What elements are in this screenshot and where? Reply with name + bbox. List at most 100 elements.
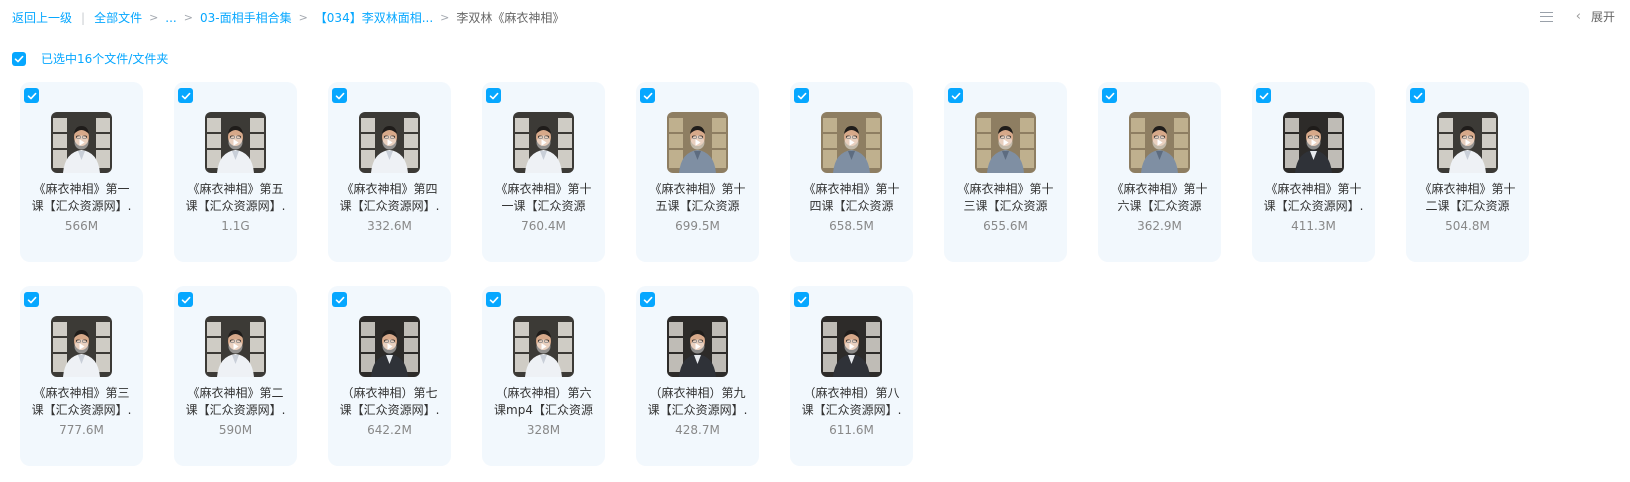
file-name[interactable]: 《麻衣神相》第五 课【汇众资源网】. [178,181,293,215]
file-name-line1: 《麻衣神相》第十 [1265,182,1362,196]
file-name[interactable]: 《麻衣神相》第二 课【汇众资源网】. [178,385,293,419]
file-name[interactable]: （麻衣神相）第八 课【汇众资源网】. [794,385,909,419]
video-thumbnail[interactable] [205,316,266,377]
file-checkbox[interactable] [1410,88,1425,103]
file-card[interactable]: 《麻衣神相》第十 课【汇众资源网】. 411.3M [1252,82,1375,262]
file-name-line1: 《麻衣神相》第十 [1111,182,1208,196]
video-thumbnail[interactable] [359,316,420,377]
video-thumbnail[interactable] [513,112,574,173]
file-name[interactable]: （麻衣神相）第九 课【汇众资源网】. [640,385,755,419]
expand-label: 展开 [1590,10,1615,24]
breadcrumb-level2[interactable]: 【034】李双林面相... [315,9,433,26]
file-card[interactable]: 《麻衣神相》第一 课【汇众资源网】. 566M [20,82,143,262]
breadcrumb-separator: > [183,11,193,24]
file-name[interactable]: 《麻衣神相》第十 一课【汇众资源 [486,181,601,215]
file-card[interactable]: 《麻衣神相》第十 五课【汇众资源 699.5M [636,82,759,262]
file-name[interactable]: 《麻衣神相》第十 课【汇众资源网】. [1256,181,1371,215]
file-card[interactable]: 《麻衣神相》第十 二课【汇众资源 504.8M [1406,82,1529,262]
file-checkbox[interactable] [24,88,39,103]
file-name-line2: 课【汇众资源网】. [801,403,902,417]
file-name-line2: 课【汇众资源网】. [185,403,286,417]
chevron-left-icon: ‹ [1575,9,1581,24]
file-card[interactable]: 《麻衣神相》第十 四课【汇众资源 658.5M [790,82,913,262]
select-all-checkbox[interactable] [12,51,26,66]
file-size: 504.8M [1445,219,1490,233]
list-view-icon[interactable] [1539,11,1554,23]
file-name[interactable]: 《麻衣神相》第十 二课【汇众资源 [1410,181,1525,215]
file-card[interactable]: 《麻衣神相》第十 一课【汇众资源 760.4M [482,82,605,262]
breadcrumb-current: 李双林《麻衣神相》 [456,11,565,25]
file-name-line2: 课【汇众资源网】. [339,403,440,417]
video-thumbnail[interactable] [51,316,112,377]
file-checkbox[interactable] [948,88,963,103]
file-checkbox[interactable] [794,88,809,103]
file-name-line1: 《麻衣神相》第十 [1419,182,1516,196]
breadcrumb-all-files[interactable]: 全部文件 [94,9,142,26]
file-card[interactable]: （麻衣神相）第八 课【汇众资源网】. 611.6M [790,286,913,466]
file-card[interactable]: （麻衣神相）第六 课mp4【汇众资源 328M [482,286,605,466]
video-thumbnail[interactable] [513,316,574,377]
file-checkbox[interactable] [486,88,501,103]
video-thumbnail[interactable] [667,316,728,377]
file-checkbox[interactable] [332,88,347,103]
file-checkbox[interactable] [640,88,655,103]
file-checkbox[interactable] [794,292,809,307]
file-checkbox[interactable] [1102,88,1117,103]
video-thumbnail[interactable] [821,316,882,377]
file-name-line2: 三课【汇众资源 [963,199,1048,213]
file-name-line2: 课【汇众资源网】. [647,403,748,417]
video-thumbnail[interactable] [359,112,420,173]
breadcrumb-ellipsis[interactable]: ... [165,11,176,25]
file-card[interactable]: 《麻衣神相》第二 课【汇众资源网】. 590M [174,286,297,466]
file-name-line1: 《麻衣神相》第三 [33,386,130,400]
file-card[interactable]: 《麻衣神相》第五 课【汇众资源网】. 1.1G [174,82,297,262]
file-name-line1: （麻衣神相）第九 [649,386,746,400]
file-name[interactable]: 《麻衣神相》第十 三课【汇众资源 [948,181,1063,215]
file-card[interactable]: 《麻衣神相》第四 课【汇众资源网】. 332.6M [328,82,451,262]
file-card[interactable]: 《麻衣神相》第三 课【汇众资源网】. 777.6M [20,286,143,466]
file-card[interactable]: 《麻衣神相》第十 三课【汇众资源 655.6M [944,82,1067,262]
file-checkbox[interactable] [486,292,501,307]
file-name[interactable]: 《麻衣神相》第十 六课【汇众资源 [1102,181,1217,215]
file-checkbox[interactable] [178,292,193,307]
breadcrumb-level1[interactable]: 03-面相手相合集 [200,9,292,26]
video-thumbnail[interactable] [1283,112,1344,173]
file-name[interactable]: （麻衣神相）第七 课【汇众资源网】. [332,385,447,419]
view-tools: ‹ 展开 [1539,8,1615,25]
file-checkbox[interactable] [1256,88,1271,103]
file-name[interactable]: 《麻衣神相》第三 课【汇众资源网】. [24,385,139,419]
file-name-line2: 五课【汇众资源 [655,199,740,213]
file-name-line1: 《麻衣神相》第十 [495,182,592,196]
video-thumbnail[interactable] [667,112,728,173]
file-name[interactable]: 《麻衣神相》第一 课【汇众资源网】. [24,181,139,215]
file-size: 760.4M [521,219,566,233]
video-thumbnail[interactable] [975,112,1036,173]
video-thumbnail[interactable] [821,112,882,173]
file-checkbox[interactable] [178,88,193,103]
expand-button[interactable]: ‹ 展开 [1576,8,1615,25]
file-name-line1: 《麻衣神相》第二 [187,386,284,400]
file-checkbox[interactable] [24,292,39,307]
file-card[interactable]: （麻衣神相）第七 课【汇众资源网】. 642.2M [328,286,451,466]
file-size: 1.1G [221,219,250,233]
file-name[interactable]: （麻衣神相）第六 课mp4【汇众资源 [486,385,601,419]
file-name-line1: 《麻衣神相》第一 [33,182,130,196]
file-card[interactable]: 《麻衣神相》第十 六课【汇众资源 362.9M [1098,82,1221,262]
video-thumbnail[interactable] [205,112,266,173]
file-size: 642.2M [367,423,412,437]
file-name-line2: 课【汇众资源网】. [185,199,286,213]
video-thumbnail[interactable] [1437,112,1498,173]
file-card[interactable]: （麻衣神相）第九 课【汇众资源网】. 428.7M [636,286,759,466]
file-name-line2: 四课【汇众资源 [809,199,894,213]
file-size: 411.3M [1291,219,1336,233]
file-name-line2: 课【汇众资源网】. [1263,199,1364,213]
file-name-line1: （麻衣神相）第六 [495,386,592,400]
video-thumbnail[interactable] [1129,112,1190,173]
file-checkbox[interactable] [640,292,655,307]
video-thumbnail[interactable] [51,112,112,173]
file-checkbox[interactable] [332,292,347,307]
file-name[interactable]: 《麻衣神相》第十 四课【汇众资源 [794,181,909,215]
back-link[interactable]: 返回上一级 [12,9,72,26]
file-name[interactable]: 《麻衣神相》第十 五课【汇众资源 [640,181,755,215]
file-name[interactable]: 《麻衣神相》第四 课【汇众资源网】. [332,181,447,215]
